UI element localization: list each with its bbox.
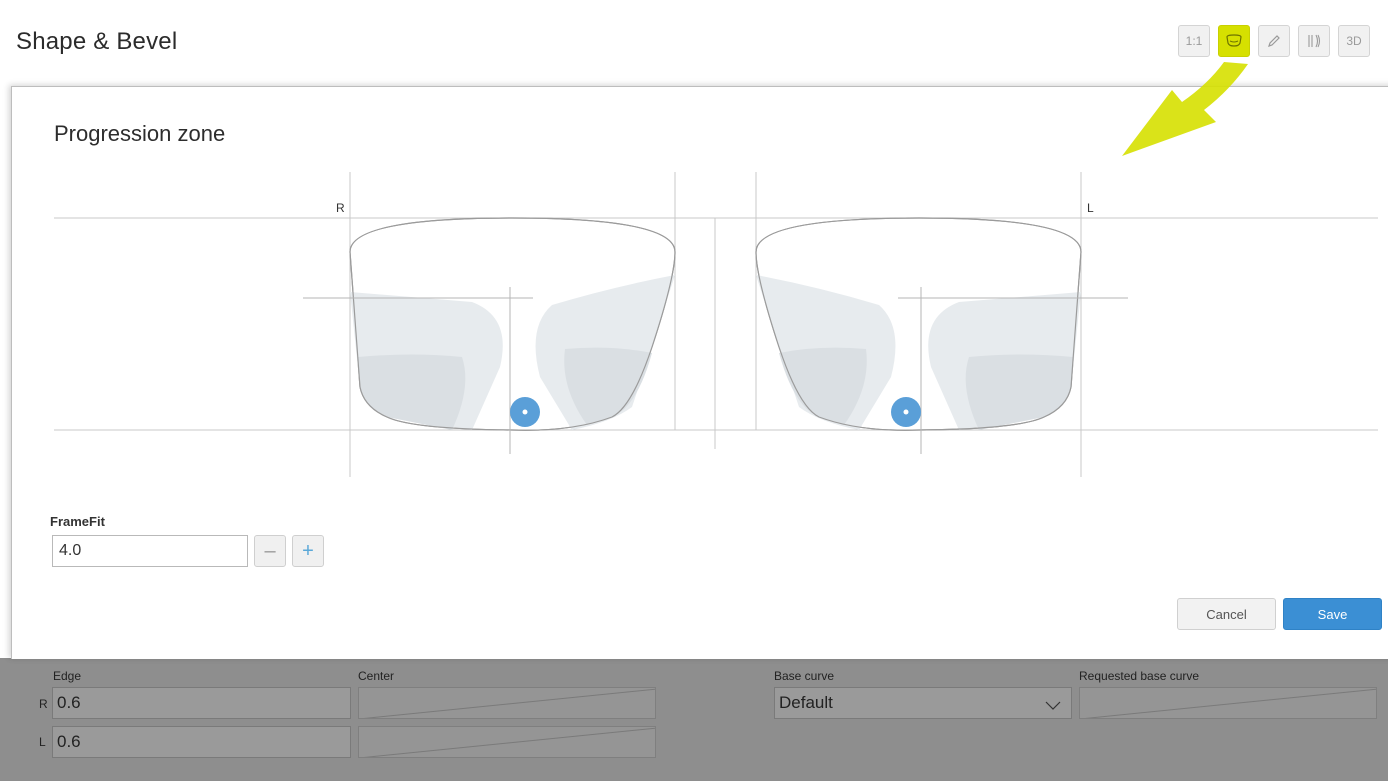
left-near-point-marker [891,397,921,427]
bevel-view-button[interactable] [1298,25,1330,57]
progression-zone-dialog: Progression zone R L FrameFit 4.0 – + Ca… [11,86,1388,659]
requested-base-curve-field[interactable] [1079,687,1377,719]
chevron-down-icon [1045,696,1061,716]
framefit-increment-button[interactable]: + [292,535,324,567]
scale-1-1-button[interactable]: 1:1 [1178,25,1210,57]
requested-base-curve-label: Requested base curve [1079,669,1200,683]
annotation-arrow-icon [1122,62,1248,156]
center-label: Center [358,669,395,683]
center-l-field[interactable] [358,726,656,758]
edge-r-field[interactable]: 0.6 [52,687,351,719]
right-lens-label: R [336,201,345,215]
framefit-label: FrameFit [50,514,105,529]
row-label-r: R [39,697,48,711]
3d-view-button[interactable]: 3D [1338,25,1370,57]
right-lens [349,217,676,431]
save-button[interactable]: Save [1283,598,1382,630]
edit-button[interactable] [1258,25,1290,57]
framefit-decrement-button[interactable]: – [254,535,286,567]
pencil-icon [1266,33,1282,49]
row-label-l: L [39,735,46,749]
base-curve-value: Default [779,693,833,712]
framefit-input[interactable]: 4.0 [52,535,248,567]
bevel-profile-icon [1306,33,1322,49]
thickness-panel: Edge Center Base curve Requested base cu… [0,658,1388,781]
cancel-button[interactable]: Cancel [1177,598,1276,630]
plus-icon: + [302,539,314,562]
frame-shape-button[interactable] [1218,25,1250,57]
minus-icon: – [264,539,276,562]
right-near-point-marker [510,397,540,427]
frame-shape-icon [1225,34,1243,48]
base-curve-label: Base curve [774,669,835,683]
page-title: Shape & Bevel [16,28,178,55]
center-r-field[interactable] [358,687,656,719]
edge-l-field[interactable]: 0.6 [52,726,351,758]
edge-label: Edge [53,669,82,683]
left-lens-label: L [1087,201,1094,215]
left-lens [755,217,1082,431]
base-curve-select[interactable]: Default [774,687,1072,719]
